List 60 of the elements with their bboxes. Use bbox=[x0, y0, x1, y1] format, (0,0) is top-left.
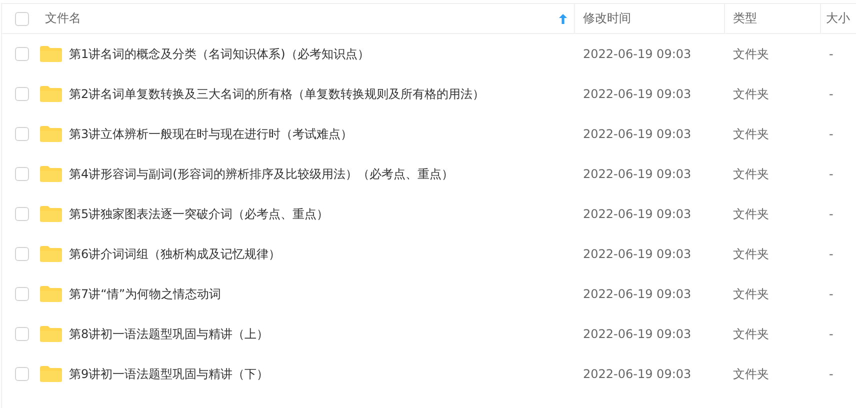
file-size: - bbox=[829, 287, 834, 301]
checkbox[interactable] bbox=[15, 167, 29, 181]
file-name[interactable]: 第4讲形容词与副词(形容词的辨析排序及比较级用法）（必考点、重点） bbox=[69, 166, 454, 182]
modified-time: 2022-06-19 09:03 bbox=[583, 87, 692, 101]
folder-icon bbox=[40, 86, 62, 102]
checkbox[interactable] bbox=[15, 47, 29, 61]
file-size: - bbox=[829, 207, 834, 221]
modified-time: 2022-06-19 09:03 bbox=[583, 247, 692, 261]
file-name[interactable]: 第6讲介词词组（独析构成及记忆规律） bbox=[69, 246, 281, 262]
file-name[interactable]: 第7讲“情”为何物之情态动词 bbox=[69, 286, 222, 302]
file-size: - bbox=[829, 327, 834, 341]
file-size: - bbox=[829, 167, 834, 181]
folder-icon bbox=[40, 166, 62, 182]
sort-up-icon[interactable] bbox=[559, 14, 567, 24]
file-name[interactable]: 第3讲立体辨析一般现在时与现在进行时（考试难点） bbox=[69, 126, 353, 142]
modified-time: 2022-06-19 09:03 bbox=[583, 367, 692, 381]
column-header[interactable]: 大小 bbox=[826, 10, 850, 27]
column-header[interactable]: 修改时间 bbox=[583, 10, 631, 27]
checkbox[interactable] bbox=[15, 247, 29, 261]
file-size: - bbox=[829, 87, 834, 101]
folder-icon bbox=[40, 126, 62, 142]
file-type: 文件夹 bbox=[733, 86, 769, 102]
column-header[interactable]: 文件名 bbox=[45, 10, 81, 27]
folder-icon bbox=[40, 206, 62, 222]
file-type: 文件夹 bbox=[733, 246, 769, 262]
file-name[interactable]: 第8讲初一语法题型巩固与精讲（上） bbox=[69, 326, 269, 342]
file-name[interactable]: 第2讲名词单复数转换及三大名词的所有格（单复数转换规则及所有格的用法） bbox=[69, 86, 485, 102]
file-name[interactable]: 第5讲独家图表法逐一突破介词（必考点、重点） bbox=[69, 206, 329, 222]
modified-time: 2022-06-19 09:03 bbox=[583, 327, 692, 341]
modified-time: 2022-06-19 09:03 bbox=[583, 127, 692, 141]
checkbox[interactable] bbox=[15, 87, 29, 101]
file-name[interactable]: 第9讲初一语法题型巩固与精讲（下） bbox=[69, 366, 269, 382]
file-size: - bbox=[829, 127, 834, 141]
folder-icon bbox=[40, 366, 62, 382]
modified-time: 2022-06-19 09:03 bbox=[583, 47, 692, 61]
column-header[interactable]: 类型 bbox=[733, 10, 757, 27]
file-type: 文件夹 bbox=[733, 46, 769, 62]
folder-icon bbox=[40, 46, 62, 62]
folder-icon bbox=[40, 326, 62, 342]
file-size: - bbox=[829, 247, 834, 261]
file-type: 文件夹 bbox=[733, 366, 769, 382]
file-type: 文件夹 bbox=[733, 206, 769, 222]
folder-icon bbox=[40, 246, 62, 262]
file-name[interactable]: 第1讲名词的概念及分类（名词知识体系)（必考知识点） bbox=[69, 46, 370, 62]
checkbox[interactable] bbox=[15, 287, 29, 301]
checkbox[interactable] bbox=[15, 127, 29, 141]
modified-time: 2022-06-19 09:03 bbox=[583, 207, 692, 221]
checkbox[interactable] bbox=[15, 327, 29, 341]
folder-icon bbox=[40, 286, 62, 302]
modified-time: 2022-06-19 09:03 bbox=[583, 167, 692, 181]
file-size: - bbox=[829, 367, 834, 381]
file-type: 文件夹 bbox=[733, 166, 769, 182]
modified-time: 2022-06-19 09:03 bbox=[583, 287, 692, 301]
file-size: - bbox=[829, 47, 834, 61]
file-type: 文件夹 bbox=[733, 286, 769, 302]
checkbox[interactable] bbox=[15, 207, 29, 221]
checkbox[interactable] bbox=[15, 367, 29, 381]
checkbox[interactable] bbox=[15, 12, 29, 26]
file-type: 文件夹 bbox=[733, 326, 769, 342]
file-type: 文件夹 bbox=[733, 126, 769, 142]
